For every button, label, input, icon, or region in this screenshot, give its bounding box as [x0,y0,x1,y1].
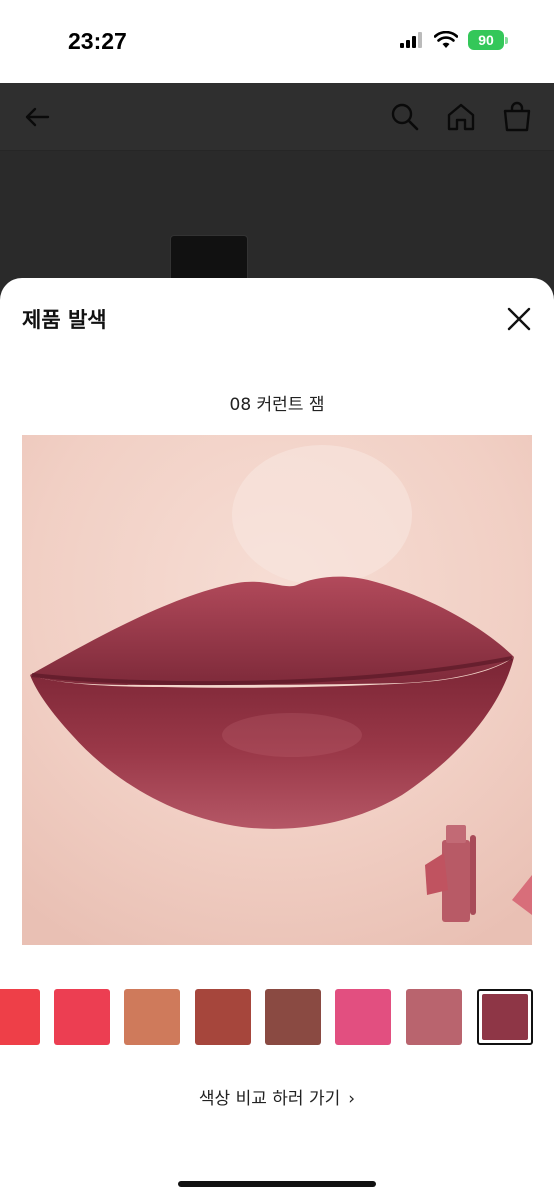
home-indicator [178,1181,376,1187]
chevron-right-icon: › [348,1089,356,1109]
battery-indicator: 90 [468,30,508,50]
shade-chip[interactable] [0,989,40,1045]
compare-colors-link[interactable]: 색상 비교 하러 가기 › [0,1084,554,1109]
shade-chip[interactable] [124,989,180,1045]
close-icon[interactable] [506,306,532,332]
compare-colors-label: 색상 비교 하러 가기 [198,1089,341,1109]
shade-chip[interactable] [54,989,110,1045]
wifi-icon [434,31,458,48]
shade-chip[interactable] [265,989,321,1045]
shade-chip-fill [482,994,528,1040]
battery-tip [505,36,508,44]
shade-chip[interactable] [335,989,391,1045]
search-icon[interactable] [388,100,422,134]
lip-swatch-illustration [22,435,532,945]
home-icon[interactable] [444,100,478,134]
battery-level: 90 [468,30,504,50]
status-time: 23:27 [68,28,127,54]
app-header [0,83,554,151]
shade-name: 08 커런트 잼 [229,395,325,415]
shade-chip[interactable] [195,989,251,1045]
arrow-left-icon[interactable] [20,100,54,134]
color-swatch-sheet: 제품 발색 08 커런트 잼 색상 비교 하러 가기 › [0,278,554,1200]
shade-chip-selected[interactable] [477,989,533,1045]
shade-chip[interactable] [406,989,462,1045]
status-icons: 90 [400,30,508,50]
cellular-signal-icon [400,32,422,48]
status-bar: 23:27 90 [0,0,554,83]
lip-swatch-photo [22,435,532,945]
sheet-title: 제품 발색 [22,308,107,332]
shade-chip-row [0,987,554,1047]
shopping-bag-icon[interactable] [500,100,534,134]
